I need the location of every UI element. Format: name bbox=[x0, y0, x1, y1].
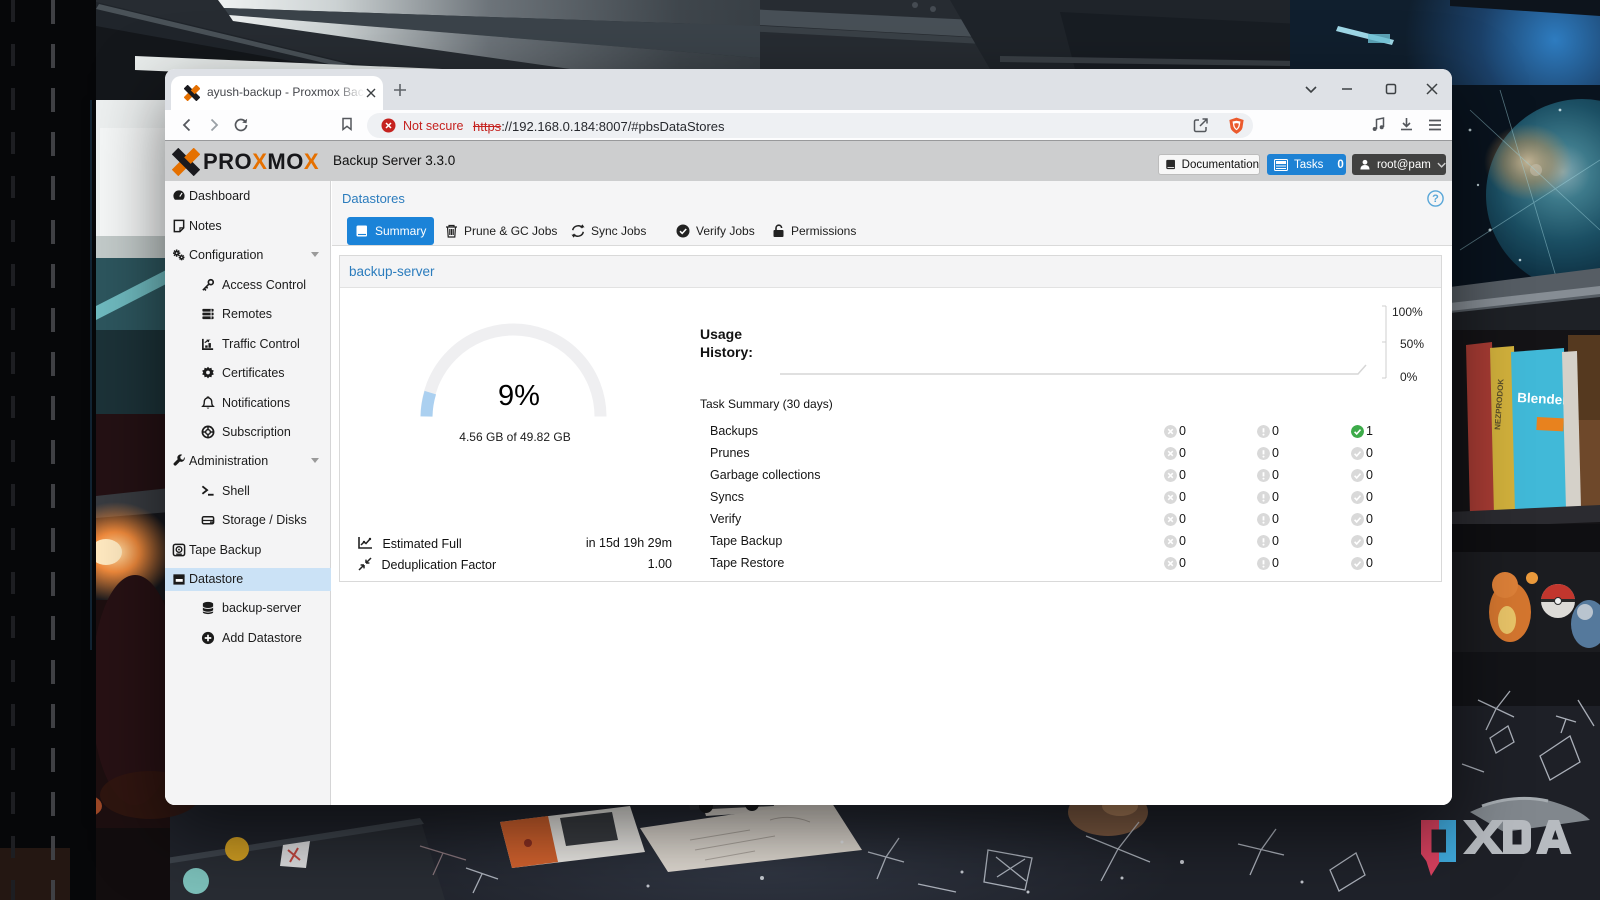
svg-text:100%: 100% bbox=[1392, 305, 1423, 319]
svg-text:Blender: Blender bbox=[1517, 390, 1569, 408]
svg-text:0%: 0% bbox=[1400, 370, 1418, 384]
svg-text:50%: 50% bbox=[1400, 337, 1424, 351]
svg-text:?: ? bbox=[1432, 193, 1439, 205]
